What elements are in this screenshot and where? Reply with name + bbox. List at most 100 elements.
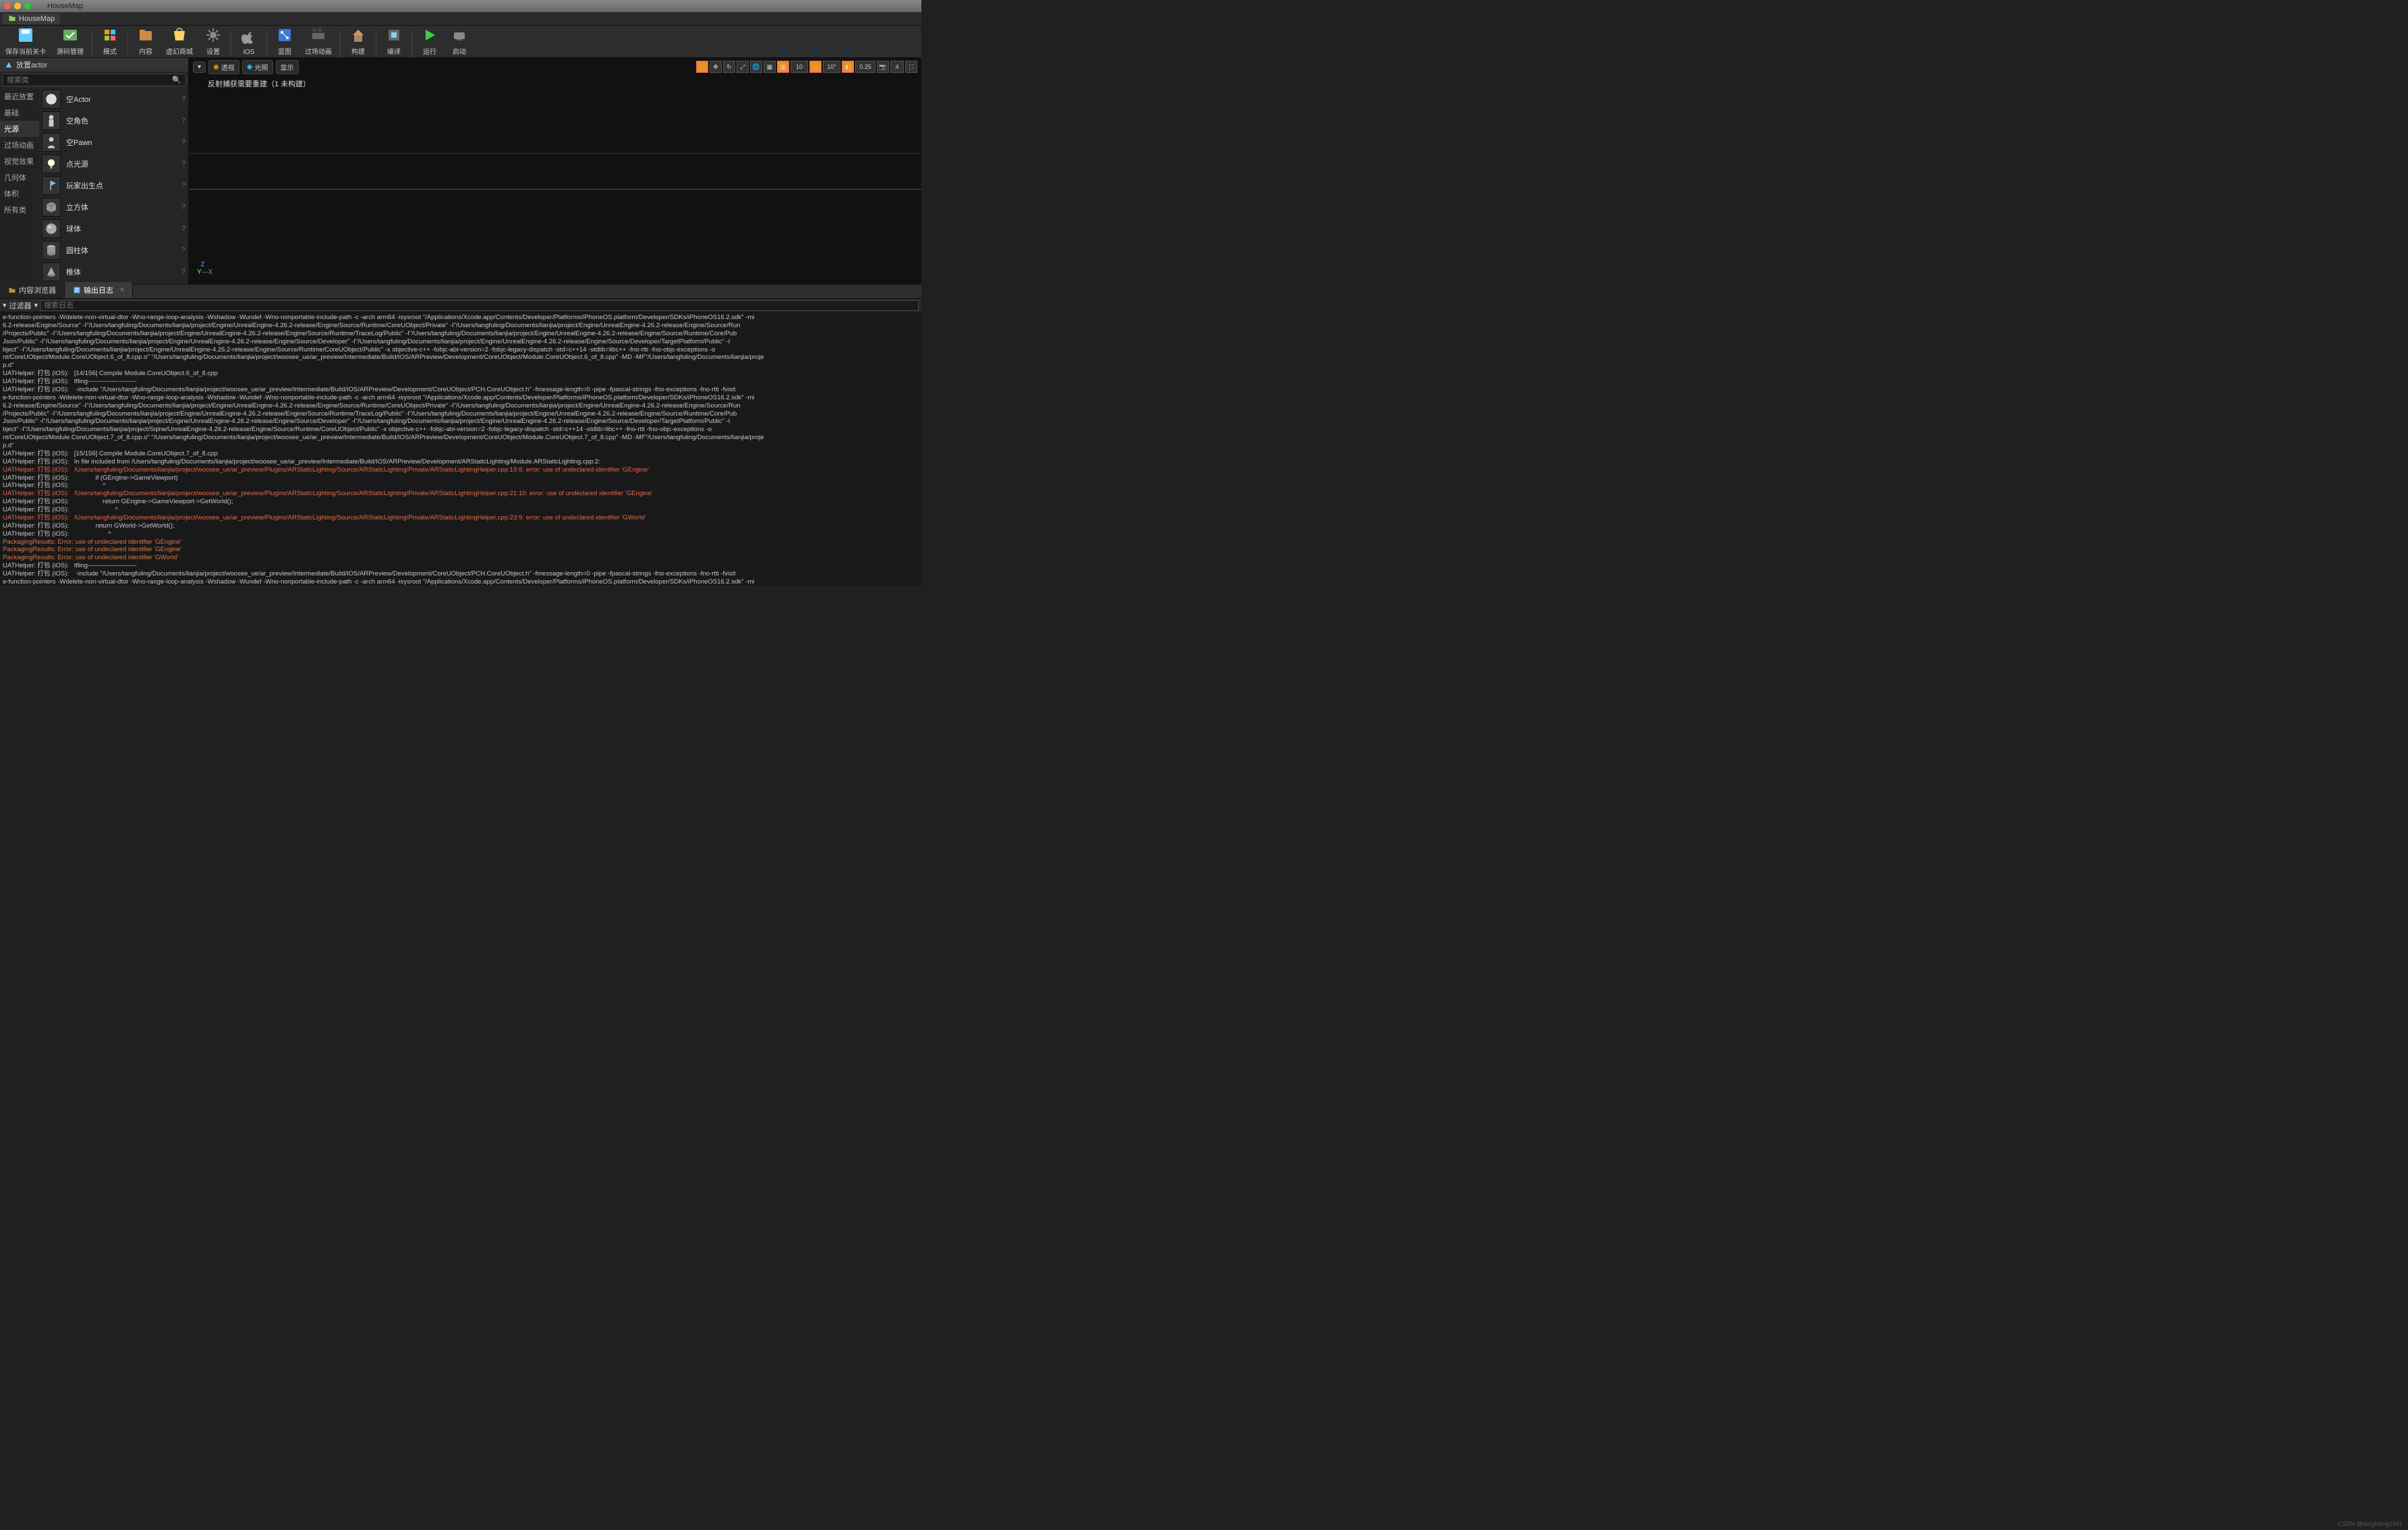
main-toolbar: 保存当前关卡源码管理模式 内容虚幻商城设置iOS蓝图过场动画构建 编译运行启动 — [0, 26, 921, 58]
save-level-icon — [16, 26, 35, 45]
compile-icon — [384, 26, 403, 45]
log-line: UATHelper: 打包 (iOS): In file included fr… — [3, 458, 919, 466]
viewport-lit-button[interactable]: ◉光照 — [242, 60, 273, 74]
actor-item[interactable]: 空角色? — [39, 110, 188, 132]
level-tab-label: HouseMap — [19, 15, 55, 23]
actor-item[interactable]: 玩家出生点? — [39, 175, 188, 196]
translate-tool-button[interactable]: ✥ — [710, 61, 722, 73]
modes-label: 模式 — [103, 46, 117, 56]
actor-item[interactable]: 空Pawn? — [39, 132, 188, 153]
actor-label: 空Actor — [66, 94, 176, 105]
recent-category[interactable]: 最近放置 — [0, 88, 39, 105]
help-icon[interactable]: ? — [181, 268, 185, 276]
viewport-show-button[interactable]: 显示 — [276, 60, 299, 74]
log-line: nt/CoreUObject/Module.CoreUObject.7_of_8… — [3, 434, 919, 442]
scale-tool-button[interactable]: ⤢ — [737, 61, 749, 73]
actor-item[interactable]: 空Actor? — [39, 88, 188, 110]
content-button[interactable]: 内容 — [131, 25, 161, 57]
close-tab-icon[interactable]: × — [120, 286, 124, 294]
actor-item[interactable]: 圆柱体? — [39, 239, 188, 261]
search-classes-box[interactable]: 🔍 — [2, 74, 186, 86]
angle-snap-value[interactable]: 10° — [823, 61, 840, 73]
close-window-button[interactable] — [4, 3, 11, 9]
log-icon — [73, 286, 81, 294]
category-item[interactable]: 体积 — [0, 186, 39, 202]
camera-speed-icon[interactable]: 📷 — [877, 61, 889, 73]
log-line: UATHelper: 打包 (iOS): if (GEngine->GameVi… — [3, 474, 919, 482]
compile-button[interactable]: 编译 — [379, 25, 409, 57]
help-icon[interactable]: ? — [181, 138, 185, 146]
log-filter-bar: ▾ 过滤器 ▾ — [0, 299, 921, 312]
actor-item[interactable]: 球体? — [39, 218, 188, 239]
scale-snap-value[interactable]: 0.25 — [855, 61, 876, 73]
level-icon — [8, 15, 16, 23]
build-label: 构建 — [351, 46, 365, 56]
help-icon[interactable]: ? — [181, 160, 185, 168]
axis-gizmo: Z Y—X — [197, 261, 212, 276]
angle-snap-toggle[interactable]: △ — [809, 61, 822, 73]
category-item[interactable]: 光源 — [0, 121, 39, 137]
sphere-icon — [42, 219, 61, 238]
log-line: UATHelper: 打包 (iOS): -include "/Users/ta… — [3, 570, 919, 578]
category-item[interactable]: 视觉效果 — [0, 153, 39, 169]
maximize-viewport-button[interactable]: ⛶ — [905, 61, 917, 73]
save-level-button[interactable]: 保存当前关卡 — [0, 25, 51, 57]
launch-button[interactable]: 启动 — [445, 25, 474, 57]
log-line: Json/Public" -I"/Users/tangfuling/Docume… — [3, 418, 919, 426]
scale-snap-toggle[interactable]: ◧ — [842, 61, 854, 73]
play-button[interactable]: 运行 — [415, 25, 445, 57]
search-classes-input[interactable] — [7, 76, 172, 84]
coord-space-button[interactable]: 🌐 — [750, 61, 762, 73]
blueprints-button[interactable]: 蓝图 — [270, 25, 299, 57]
output-log[interactable]: e-function-pointers -Wdelete-non-virtual… — [0, 312, 921, 586]
viewport-options-button[interactable]: ▾ — [193, 61, 206, 73]
level-viewport[interactable]: ▾ ◉透视 ◉光照 显示 ⬚ ✥ ↻ ⤢ 🌐 ▦ ▦ 10 △ 10° ◧ — [189, 58, 921, 284]
build-button[interactable]: 构建 — [343, 25, 373, 57]
log-search-input[interactable] — [40, 300, 919, 311]
cinematics-button[interactable]: 过场动画 — [299, 25, 337, 57]
tab-output-log[interactable]: 输出日志 × — [65, 282, 133, 298]
viewport-perspective-button[interactable]: ◉透视 — [208, 60, 239, 74]
log-line: UATHelper: 打包 (iOS): return GEngine->Gam… — [3, 498, 919, 506]
settings-icon — [204, 26, 223, 45]
help-icon[interactable]: ? — [181, 117, 185, 125]
category-item[interactable]: 所有类 — [0, 202, 39, 218]
settings-button[interactable]: 设置 — [198, 25, 228, 57]
grid-snap-value[interactable]: 10 — [791, 61, 808, 73]
category-item[interactable]: 基础 — [0, 105, 39, 121]
log-line: UATHelper: 打包 (iOS): -include "/Users/ta… — [3, 386, 919, 394]
camera-speed-value[interactable]: 4 — [890, 61, 904, 73]
category-item[interactable]: 过场动画 — [0, 137, 39, 153]
source-control-button[interactable]: 源码管理 — [51, 25, 89, 57]
help-icon[interactable]: ? — [181, 181, 185, 190]
log-line: e-function-pointers -Wdelete-non-virtual… — [3, 314, 919, 322]
minimize-window-button[interactable] — [14, 3, 21, 9]
actor-item[interactable]: 点光源? — [39, 153, 188, 175]
help-icon[interactable]: ? — [181, 95, 185, 103]
modes-button[interactable]: 模式 — [95, 25, 125, 57]
tab-content-browser[interactable]: 内容浏览器 — [0, 282, 65, 298]
cube-icon — [42, 198, 61, 217]
select-tool-button[interactable]: ⬚ — [696, 61, 708, 73]
level-tab[interactable]: HouseMap — [3, 13, 60, 24]
log-line: UATHelper: 打包 (iOS): tfling-------------… — [3, 562, 919, 570]
marketplace-button[interactable]: 虚幻商城 — [161, 25, 198, 57]
category-item[interactable]: 几何体 — [0, 169, 39, 186]
grid-snap-toggle[interactable]: ▦ — [777, 61, 789, 73]
maximize-window-button[interactable] — [24, 3, 31, 9]
help-icon[interactable]: ? — [181, 225, 185, 233]
empty-icon — [42, 90, 61, 109]
filter-dropdown-icon[interactable]: ▾ — [3, 301, 7, 310]
filter-label[interactable]: 过滤器 — [9, 300, 32, 311]
actor-item[interactable]: 椎体? — [39, 261, 188, 283]
light-icon — [42, 154, 61, 173]
ios-button[interactable]: iOS — [234, 25, 264, 57]
help-icon[interactable]: ? — [181, 246, 185, 254]
surface-snap-button[interactable]: ▦ — [764, 61, 776, 73]
log-line: bject" -I"/Users/tangfuling/Documents/li… — [3, 426, 919, 434]
pawn-icon — [42, 133, 61, 152]
blueprints-icon — [275, 26, 294, 45]
actor-item[interactable]: 立方体? — [39, 196, 188, 218]
help-icon[interactable]: ? — [181, 203, 185, 211]
rotate-tool-button[interactable]: ↻ — [723, 61, 735, 73]
